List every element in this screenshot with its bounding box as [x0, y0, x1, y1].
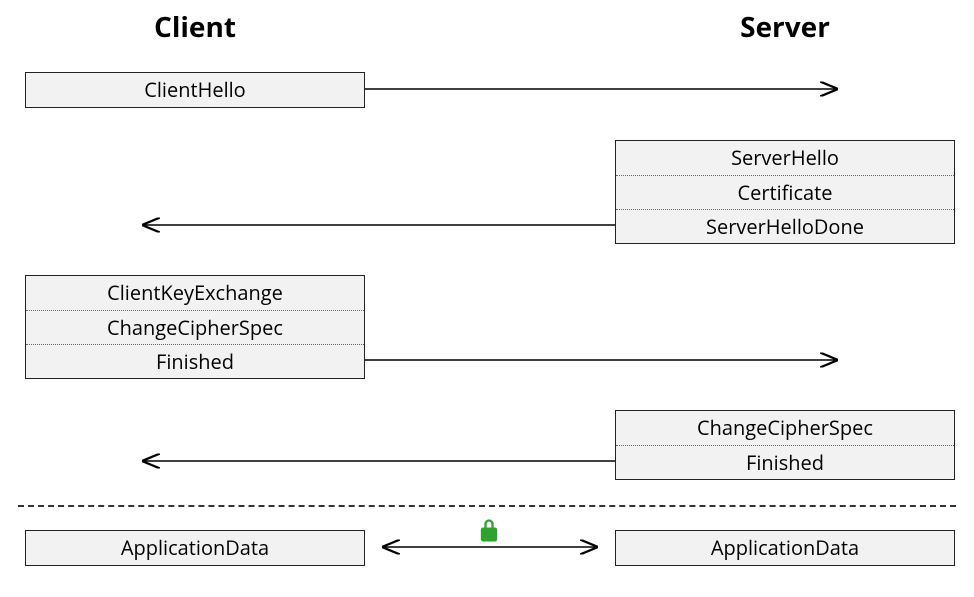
msg-clientkeyexchange: ClientKeyExchange: [26, 276, 364, 310]
arrow-server-finished: [125, 444, 615, 478]
msg-finished-client: Finished: [26, 344, 364, 378]
handshake-divider: [18, 505, 956, 507]
appdata-client-box: ApplicationData: [25, 530, 365, 566]
msg-serverhellodone: ServerHelloDone: [616, 209, 954, 243]
msg-clienthello: ClientHello: [26, 73, 364, 107]
msg-appdata-client: ApplicationData: [26, 531, 364, 565]
msg-appdata-server: ApplicationData: [616, 531, 954, 565]
arrow-client-finished: [365, 343, 855, 377]
server-finished-block: ChangeCipherSpec Finished: [615, 410, 955, 480]
msg-serverhello: ServerHello: [616, 141, 954, 175]
arrow-serverhellodone: [125, 208, 615, 242]
tls-handshake-diagram: Client Server ClientHello ServerHello Ce…: [0, 0, 974, 597]
appdata-server-box: ApplicationData: [615, 530, 955, 566]
server-header: Server: [615, 8, 955, 46]
msg-changecipherspec-client: ChangeCipherSpec: [26, 310, 364, 344]
client-keyexchange-block: ClientKeyExchange ChangeCipherSpec Finis…: [25, 275, 365, 379]
lock-icon: [475, 517, 503, 550]
msg-certificate: Certificate: [616, 175, 954, 209]
msg-changecipherspec-server: ChangeCipherSpec: [616, 411, 954, 445]
msg-finished-server: Finished: [616, 445, 954, 479]
client-header: Client: [25, 8, 365, 46]
client-hello-box: ClientHello: [25, 72, 365, 108]
arrow-clienthello: [365, 72, 855, 106]
server-hello-block: ServerHello Certificate ServerHelloDone: [615, 140, 955, 244]
